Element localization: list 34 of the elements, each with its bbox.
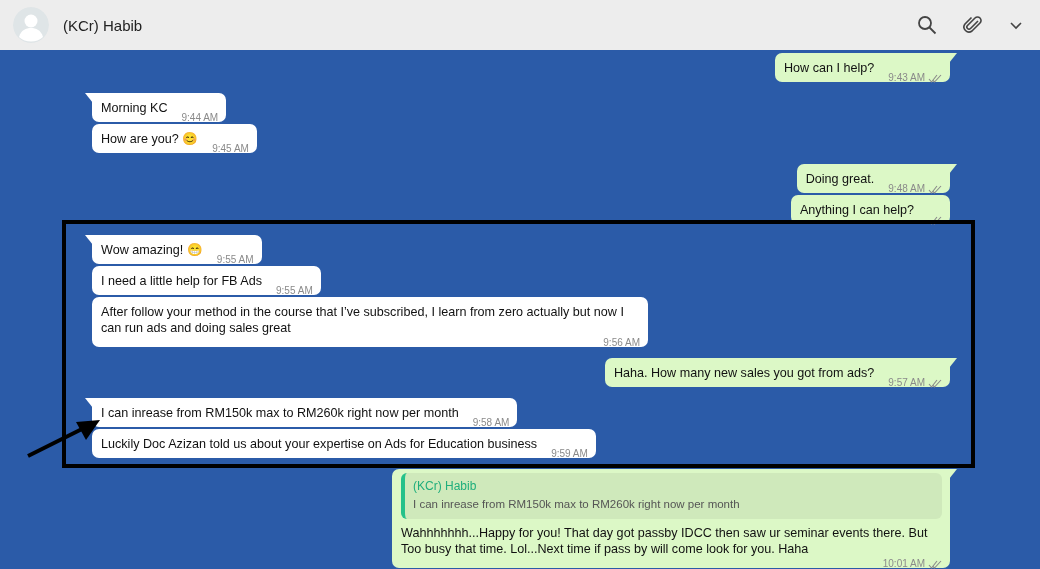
message-time: 9:45 AM — [212, 144, 249, 154]
message-text: Luckily Doc Azizan told us about your expertise on Ads for Education business — [101, 436, 538, 452]
message-time: 9:56 AM — [603, 338, 640, 348]
read-ticks-icon — [928, 216, 942, 225]
message-text: Morning KC — [101, 100, 168, 116]
read-ticks-icon — [928, 184, 942, 194]
message-text: Anything I can help? — [799, 202, 914, 218]
search-icon[interactable] — [917, 15, 937, 35]
read-ticks-icon — [928, 378, 942, 388]
read-ticks-icon — [928, 559, 942, 569]
message-time: 9:55 AM — [276, 286, 313, 296]
message-time: 9:43 AM — [888, 73, 925, 83]
message-text: Wow amazing! 😁 — [101, 242, 203, 258]
read-ticks-icon — [928, 73, 942, 83]
message-text: I need a little help for FB Ads — [101, 273, 262, 289]
message-time: 9:58 AM — [472, 418, 510, 428]
message-time: 9:55 AM — [216, 255, 254, 265]
chevron-down-icon[interactable] — [1009, 20, 1023, 30]
message-text: I can inrease from RM150k max to RM260k right now per month — [101, 405, 459, 421]
quote-text: I can inrease from RM150k max to RM260k right now per month — [413, 497, 741, 512]
message-text: Wahhhhhhh...Happy for you! That day got passby IDCC then saw ur seminar events there. But Too busy that time. Lol...Next time if pass by will come look for you. Haha — [401, 525, 929, 557]
message-time: 9:44 AM — [181, 113, 219, 123]
message-time: 9:57 AM — [888, 378, 925, 388]
quote-author: (KCr) Habib — [413, 478, 478, 495]
message-text: After follow your method in the course that I’ve subscribed, I learn from zero actually but now I can run ads and doing sales great — [101, 304, 625, 336]
contact-name: (KCr) Habib — [63, 16, 144, 34]
message-text: How can I help? — [784, 60, 875, 76]
paperclip-icon[interactable] — [963, 15, 983, 35]
message-text: Doing great. — [805, 171, 875, 187]
message-time: 9:59 AM — [551, 449, 588, 459]
message-time: 9:48 AM — [888, 184, 925, 194]
message-text: Haha. How many new sales you got from ads? — [613, 365, 875, 381]
message-time: 10:01 AM — [882, 559, 925, 569]
message-text: How are you? 😊 — [101, 131, 199, 147]
